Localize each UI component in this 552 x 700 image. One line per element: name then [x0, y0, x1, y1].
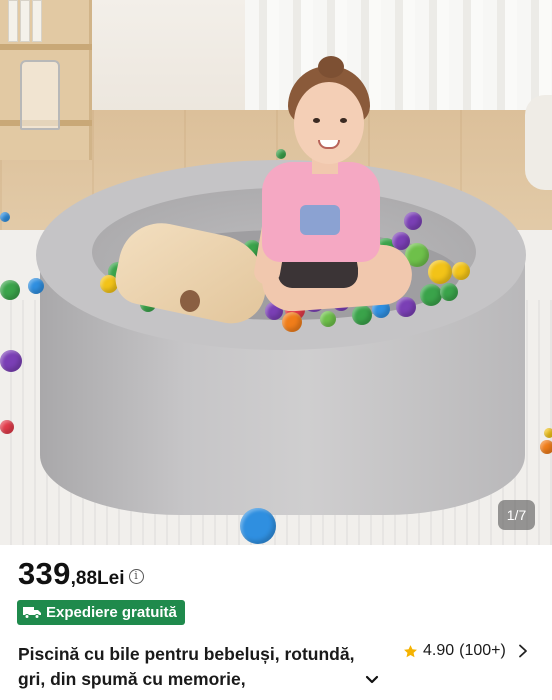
- ball: [240, 508, 276, 544]
- child-face: [294, 82, 364, 164]
- ball: [540, 440, 552, 454]
- price-decimal: ,88: [70, 568, 98, 589]
- ball: [282, 312, 302, 332]
- chevron-down-icon[interactable]: [363, 669, 381, 689]
- product-image[interactable]: 1/7: [0, 0, 552, 545]
- ball: [452, 262, 470, 280]
- free-shipping-label: Expediere gratuită: [46, 604, 177, 621]
- price: 339 ,88 Lei i: [18, 556, 144, 592]
- price-currency: Lei: [97, 568, 125, 589]
- ball: [0, 420, 14, 434]
- ball: [404, 212, 422, 230]
- ball: [428, 260, 452, 284]
- photo-stool: [525, 95, 552, 190]
- ball: [544, 428, 552, 438]
- ball: [0, 350, 22, 372]
- ball: [28, 278, 44, 294]
- ball: [0, 212, 10, 222]
- price-integer: 339: [18, 556, 71, 591]
- star-icon: [404, 644, 417, 657]
- rating-count: (100+): [459, 642, 506, 659]
- truck-icon: [23, 607, 41, 619]
- ball: [276, 149, 286, 159]
- photo-lantern: [20, 60, 60, 130]
- ball: [352, 305, 372, 325]
- ball: [440, 283, 458, 301]
- rating-score: 4.90: [423, 642, 455, 659]
- info-icon[interactable]: i: [128, 568, 144, 584]
- ball: [420, 284, 442, 306]
- free-shipping-badge: Expediere gratuită: [17, 600, 185, 625]
- rating[interactable]: 4.90 (100+): [403, 642, 528, 660]
- chevron-right-icon[interactable]: [518, 644, 528, 658]
- ball: [320, 311, 336, 327]
- ball: [0, 280, 20, 300]
- image-counter: 1/7: [498, 500, 535, 530]
- ball: [396, 297, 416, 317]
